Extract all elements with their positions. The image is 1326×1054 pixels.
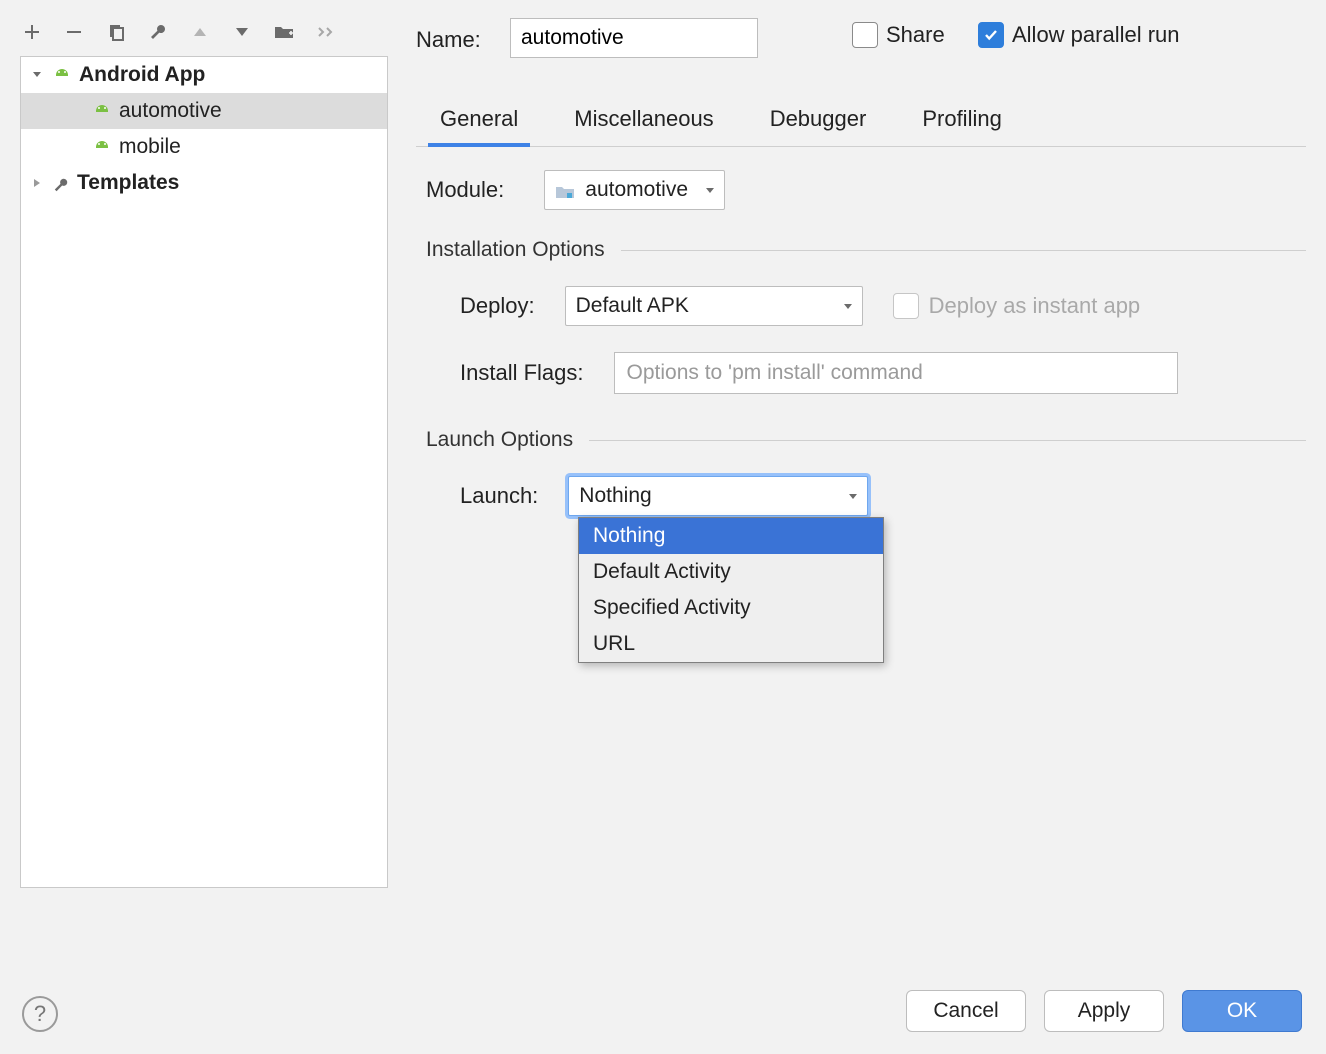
button-label: OK <box>1227 999 1257 1023</box>
tree-node-templates[interactable]: Templates <box>21 165 387 201</box>
launch-label: Launch: <box>460 483 538 509</box>
android-icon <box>53 66 71 84</box>
option-label: URL <box>593 632 635 655</box>
tab-debugger[interactable]: Debugger <box>766 100 871 146</box>
option-label: Nothing <box>593 524 665 547</box>
install-flags-label: Install Flags: <box>460 360 584 386</box>
chevron-down-icon <box>29 67 45 83</box>
deploy-value: Default APK <box>576 294 689 318</box>
button-label: Cancel <box>933 999 998 1023</box>
name-input[interactable] <box>510 18 758 58</box>
tree-node-mobile[interactable]: mobile <box>21 129 387 165</box>
deploy-instant-checkbox: Deploy as instant app <box>893 293 1141 319</box>
section-label: Launch Options <box>426 428 573 452</box>
dialog-footer: Cancel Apply OK <box>906 990 1302 1032</box>
launch-options-header: Launch Options <box>426 428 1306 452</box>
tab-profiling[interactable]: Profiling <box>918 100 1005 146</box>
deploy-instant-label: Deploy as instant app <box>929 293 1141 319</box>
allow-parallel-checkbox[interactable]: Allow parallel run <box>978 22 1180 48</box>
folder-add-icon[interactable] <box>272 20 296 44</box>
wrench-icon[interactable] <box>146 20 170 44</box>
tree-node-label: mobile <box>119 135 181 159</box>
divider <box>621 250 1306 251</box>
tab-label: Miscellaneous <box>574 106 713 131</box>
share-checkbox[interactable]: Share <box>852 22 945 48</box>
deploy-label: Deploy: <box>460 293 535 319</box>
help-icon: ? <box>34 1001 46 1027</box>
move-up-icon[interactable] <box>188 20 212 44</box>
module-value: automotive <box>585 178 688 202</box>
tree-node-label: automotive <box>119 99 222 123</box>
chevron-right-icon <box>29 175 45 191</box>
checkbox-checked-icon <box>978 22 1004 48</box>
configurations-tree[interactable]: Android App automotive mobile Templates <box>20 56 388 888</box>
tree-node-label: Android App <box>79 63 205 87</box>
launch-select-popup[interactable]: Nothing Default Activity Specified Activ… <box>578 517 884 663</box>
install-flags-input[interactable] <box>614 352 1178 394</box>
allow-parallel-label: Allow parallel run <box>1012 22 1180 48</box>
copy-icon[interactable] <box>104 20 128 44</box>
tab-general[interactable]: General <box>436 100 522 146</box>
divider <box>589 440 1306 441</box>
tab-miscellaneous[interactable]: Miscellaneous <box>570 100 717 146</box>
tab-label: General <box>440 106 518 131</box>
tab-label: Debugger <box>770 106 867 131</box>
help-button[interactable]: ? <box>22 996 58 1032</box>
android-icon <box>93 102 111 120</box>
ok-button[interactable]: OK <box>1182 990 1302 1032</box>
section-label: Installation Options <box>426 238 605 262</box>
launch-option-nothing[interactable]: Nothing <box>579 518 883 554</box>
tree-node-automotive[interactable]: automotive <box>21 93 387 129</box>
apply-button[interactable]: Apply <box>1044 990 1164 1032</box>
module-select[interactable]: automotive <box>544 170 725 210</box>
chevron-down-icon <box>847 484 859 508</box>
checkbox-icon <box>852 22 878 48</box>
chevron-down-icon <box>704 178 716 202</box>
installation-options-header: Installation Options <box>426 238 1306 262</box>
folder-icon <box>555 182 575 198</box>
overflow-icon[interactable] <box>314 20 338 44</box>
move-down-icon[interactable] <box>230 20 254 44</box>
share-label: Share <box>886 22 945 48</box>
tree-toolbar <box>20 20 338 44</box>
launch-select[interactable]: Nothing <box>568 476 868 516</box>
config-tabs: General Miscellaneous Debugger Profiling <box>416 88 1306 147</box>
checkbox-icon <box>893 293 919 319</box>
tree-node-android-app[interactable]: Android App <box>21 57 387 93</box>
module-label: Module: <box>426 177 504 203</box>
remove-icon[interactable] <box>62 20 86 44</box>
option-label: Default Activity <box>593 560 731 583</box>
launch-option-specified-activity[interactable]: Specified Activity <box>579 590 883 626</box>
launch-value: Nothing <box>579 484 651 508</box>
launch-option-url[interactable]: URL <box>579 626 883 662</box>
tree-node-label: Templates <box>77 171 179 195</box>
wrench-icon <box>53 175 69 191</box>
button-label: Apply <box>1078 999 1131 1023</box>
chevron-down-icon <box>842 294 854 318</box>
name-label: Name: <box>416 27 481 53</box>
android-icon <box>93 138 111 156</box>
option-label: Specified Activity <box>593 596 751 619</box>
launch-option-default-activity[interactable]: Default Activity <box>579 554 883 590</box>
tab-label: Profiling <box>922 106 1001 131</box>
cancel-button[interactable]: Cancel <box>906 990 1026 1032</box>
add-icon[interactable] <box>20 20 44 44</box>
deploy-select[interactable]: Default APK <box>565 286 863 326</box>
